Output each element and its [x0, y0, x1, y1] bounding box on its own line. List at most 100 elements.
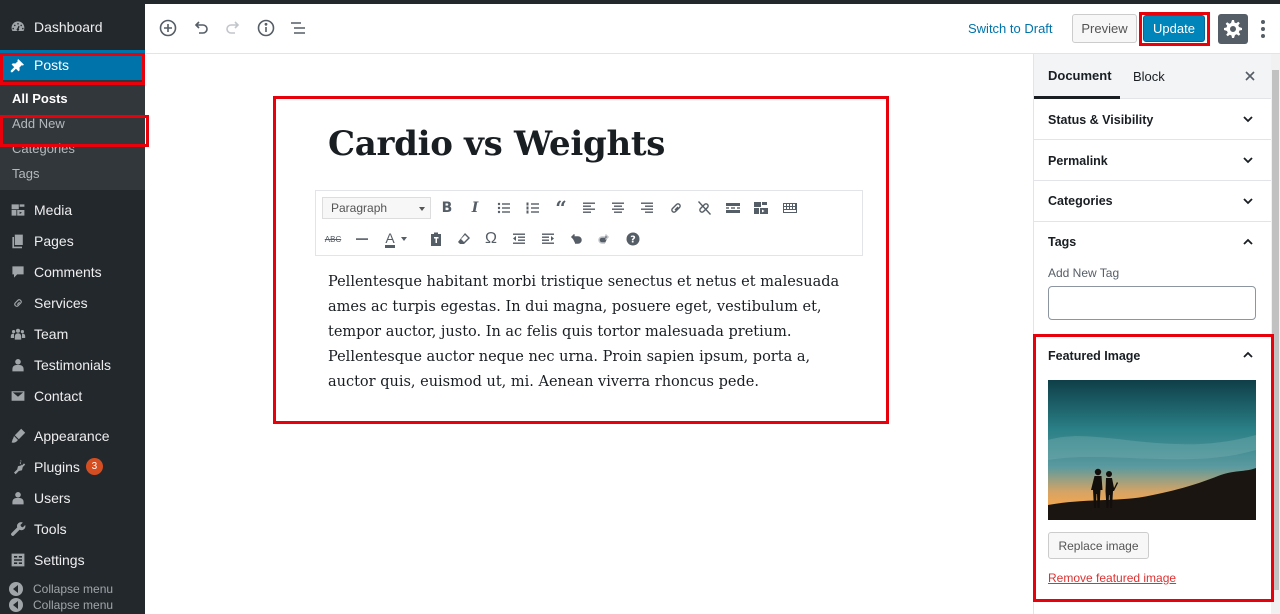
block-navigation-icon[interactable]: [286, 16, 310, 40]
redo-icon[interactable]: [221, 16, 245, 40]
classic-undo-icon[interactable]: [565, 228, 587, 250]
keyboard-shortcuts-help-icon[interactable]: ?: [622, 228, 644, 250]
collapse-arrow-icon: [9, 598, 23, 612]
pin-icon: [9, 56, 27, 74]
section-heading[interactable]: Status & Visibility: [1048, 113, 1153, 127]
sidebar-item-dashboard[interactable]: Dashboard: [0, 4, 145, 50]
collapse-menu-label: Collapse menu: [33, 582, 114, 596]
sidebar-item-plugins[interactable]: Plugins 3: [0, 451, 145, 482]
more-options-icon[interactable]: [1255, 16, 1271, 42]
sidebar-item-services[interactable]: Services: [0, 287, 145, 318]
sidebar-item-settings[interactable]: Settings: [0, 544, 145, 575]
section-heading[interactable]: Categories: [1048, 194, 1113, 208]
strikethrough-icon[interactable]: ABC: [322, 228, 344, 250]
add-media-icon[interactable]: [750, 197, 772, 219]
plugins-update-badge: 3: [85, 458, 103, 475]
add-new-tag-input[interactable]: [1048, 286, 1256, 320]
post-title[interactable]: Cardio vs Weights: [328, 124, 665, 164]
close-icon[interactable]: [1242, 68, 1258, 84]
post-content-paragraph[interactable]: Pellentesque habitant morbi tristique se…: [328, 270, 853, 395]
sidebar-item-label: Settings: [34, 551, 85, 568]
sidebar-item-label: Appearance: [34, 427, 110, 444]
admin-sidebar: Dashboard Posts All Posts Add New Catego…: [0, 4, 145, 614]
posts-submenu: All Posts Add New Categories Tags: [0, 80, 145, 190]
sidebar-item-label: Users: [34, 489, 71, 506]
preview-button[interactable]: Preview: [1072, 14, 1137, 43]
collapse-arrow-icon: [9, 582, 23, 596]
sidebar-item-users[interactable]: Users: [0, 482, 145, 513]
sidebar-item-comments[interactable]: Comments: [0, 256, 145, 287]
document-settings-panel: Document Block Status & Visibility Perma…: [1033, 54, 1272, 614]
bold-icon[interactable]: B: [436, 197, 458, 219]
align-center-icon[interactable]: [607, 197, 629, 219]
switch-to-draft-link[interactable]: Switch to Draft: [968, 21, 1053, 36]
collapse-menu-button-duplicate[interactable]: Collapse menu: [0, 597, 145, 613]
collapse-menu-button[interactable]: Collapse menu: [0, 581, 145, 597]
remove-featured-image-link[interactable]: Remove featured image: [1048, 571, 1176, 585]
panel-tabs: Document Block: [1034, 54, 1272, 99]
submenu-add-new[interactable]: Add New: [0, 111, 145, 136]
panel-scrollbar[interactable]: [1271, 54, 1280, 614]
chevron-down-icon[interactable]: [1241, 153, 1255, 167]
section-heading[interactable]: Permalink: [1048, 154, 1108, 168]
sidebar-item-testimonials[interactable]: Testimonials: [0, 349, 145, 380]
sidebar-item-team[interactable]: Team: [0, 318, 145, 349]
add-block-icon[interactable]: [156, 16, 180, 40]
blockquote-icon[interactable]: “: [550, 196, 572, 220]
mail-icon: [9, 387, 27, 405]
italic-icon[interactable]: I: [464, 197, 486, 219]
indent-icon[interactable]: [537, 228, 559, 250]
collapse-menu-label: Collapse menu: [33, 598, 114, 612]
sidebar-item-media[interactable]: Media: [0, 194, 145, 225]
align-left-icon[interactable]: [578, 197, 600, 219]
team-icon: [9, 325, 27, 343]
sidebar-item-label: Comments: [34, 263, 102, 280]
wrench-icon: [9, 520, 27, 538]
unlink-icon[interactable]: [693, 197, 715, 219]
chevron-up-icon[interactable]: [1241, 235, 1255, 249]
editor-canvas: Cardio vs Weights Paragraph B I “ ABC A …: [145, 54, 1033, 614]
tab-document[interactable]: Document: [1034, 54, 1120, 99]
chevron-down-icon[interactable]: [1241, 194, 1255, 208]
update-button[interactable]: Update: [1143, 15, 1205, 42]
info-icon[interactable]: [254, 16, 278, 40]
read-more-icon[interactable]: [722, 197, 744, 219]
replace-image-button[interactable]: Replace image: [1048, 532, 1149, 559]
sidebar-item-pages[interactable]: Pages: [0, 225, 145, 256]
numbered-list-icon[interactable]: [522, 197, 544, 219]
align-right-icon[interactable]: [636, 197, 658, 219]
section-heading[interactable]: Featured Image: [1048, 349, 1140, 363]
submenu-tags[interactable]: Tags: [0, 161, 145, 186]
scrollbar-thumb[interactable]: [1272, 70, 1279, 590]
sidebar-item-appearance[interactable]: Appearance: [0, 420, 145, 451]
insert-link-icon[interactable]: [665, 197, 687, 219]
sidebar-item-tools[interactable]: Tools: [0, 513, 145, 544]
horizontal-line-icon[interactable]: [351, 228, 373, 250]
sidebar-item-label: Dashboard: [34, 19, 103, 35]
chevron-down-icon[interactable]: [1241, 112, 1255, 126]
submenu-all-posts[interactable]: All Posts: [0, 86, 145, 111]
clear-formatting-icon[interactable]: [453, 228, 475, 250]
text-color-icon[interactable]: A: [379, 228, 413, 250]
tab-block[interactable]: Block: [1133, 54, 1165, 99]
featured-image-thumbnail[interactable]: [1048, 380, 1256, 520]
undo-icon[interactable]: [189, 16, 213, 40]
bullet-list-icon[interactable]: [493, 197, 515, 219]
toolbar-toggle-icon[interactable]: [779, 197, 801, 219]
chevron-up-icon[interactable]: [1241, 348, 1255, 362]
submenu-categories[interactable]: Categories: [0, 136, 145, 161]
classic-redo-icon[interactable]: [593, 228, 615, 250]
plug-icon: [9, 458, 27, 476]
sidebar-item-posts[interactable]: Posts: [0, 50, 145, 80]
permalink-section[interactable]: Permalink: [1034, 140, 1272, 181]
section-heading[interactable]: Tags: [1048, 235, 1076, 249]
sidebar-item-contact[interactable]: Contact: [0, 380, 145, 411]
status-visibility-section[interactable]: Status & Visibility: [1034, 99, 1272, 140]
user-icon: [9, 356, 27, 374]
settings-gear-button[interactable]: [1218, 14, 1248, 44]
categories-section[interactable]: Categories: [1034, 181, 1272, 222]
special-character-icon[interactable]: Ω: [480, 228, 502, 250]
outdent-icon[interactable]: [508, 228, 530, 250]
paragraph-format-select[interactable]: Paragraph: [322, 197, 431, 219]
paste-text-icon[interactable]: [425, 228, 447, 250]
